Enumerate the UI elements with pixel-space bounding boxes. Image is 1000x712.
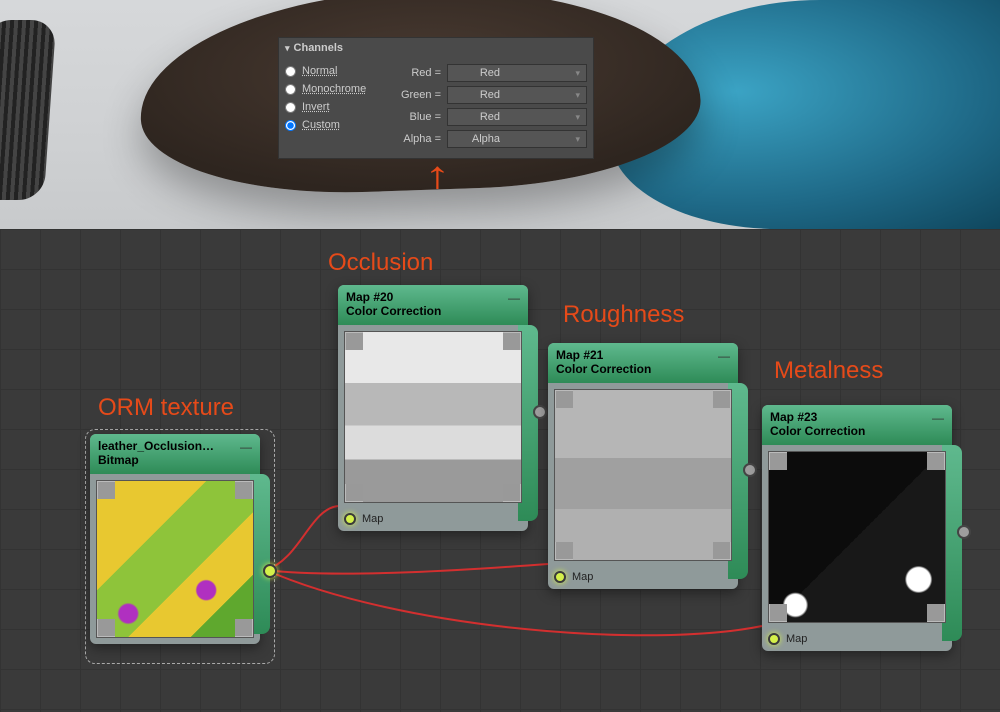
radio-custom-label: Custom — [302, 119, 340, 131]
red-dropdown[interactable]: Red — [447, 64, 587, 82]
occlusion-thumbnail[interactable] — [344, 331, 522, 503]
occlusion-node[interactable]: Map #20 Color Correction — Map — [338, 285, 528, 531]
channels-panel: Channels Normal Monochrome Invert Custom — [278, 37, 594, 159]
roughness-node[interactable]: Map #21 Color Correction — Map — [548, 343, 738, 589]
metalness-node-type: Color Correction — [770, 424, 944, 438]
metalness-thumbnail[interactable] — [768, 451, 946, 623]
annot-metalness: Metalness — [774, 357, 883, 385]
orm-node-header[interactable]: leather_Occlusion… Bitmap — — [90, 434, 260, 474]
occlusion-node-type: Color Correction — [346, 304, 520, 318]
channels-panel-header[interactable]: Channels — [279, 38, 593, 58]
occlusion-map-input-port[interactable] — [344, 513, 356, 525]
annot-occlusion: Occlusion — [328, 249, 433, 277]
radio-invert[interactable] — [285, 102, 296, 113]
roughness-output-port[interactable] — [743, 463, 757, 477]
radio-normal[interactable] — [285, 66, 296, 77]
roughness-thumbnail[interactable] — [554, 389, 732, 561]
metalness-node-title: Map #23 — [770, 410, 944, 424]
roughness-node-title: Map #21 — [556, 348, 730, 362]
green-label: Green = — [395, 89, 441, 101]
annot-orm: ORM texture — [98, 394, 234, 422]
minimize-icon[interactable]: — — [932, 411, 944, 425]
metalness-map-input-label: Map — [786, 633, 807, 645]
alpha-dropdown[interactable]: Alpha — [447, 130, 587, 148]
radio-monochrome-label: Monochrome — [302, 83, 366, 95]
scooter-grille — [0, 20, 56, 200]
blue-value: Red — [454, 111, 500, 123]
occlusion-node-title: Map #20 — [346, 290, 520, 304]
channel-selects: Red = Red Green = Red Blue = Red Alpha = — [395, 62, 587, 150]
orm-thumbnail[interactable] — [96, 480, 254, 638]
orm-node-type: Bitmap — [98, 453, 252, 467]
orm-node[interactable]: leather_Occlusion… Bitmap — — [90, 434, 260, 644]
roughness-map-input-label: Map — [572, 571, 593, 583]
radio-custom[interactable] — [285, 120, 296, 131]
metalness-map-input-port[interactable] — [768, 633, 780, 645]
metalness-output-port[interactable] — [957, 525, 971, 539]
blue-dropdown[interactable]: Red — [447, 108, 587, 126]
alpha-label: Alpha = — [395, 133, 441, 145]
red-value: Red — [454, 67, 500, 79]
channels-mode-radios: Normal Monochrome Invert Custom — [285, 62, 395, 150]
occlusion-output-port[interactable] — [533, 405, 547, 419]
green-dropdown[interactable]: Red — [447, 86, 587, 104]
occlusion-map-input-label: Map — [362, 513, 383, 525]
orm-node-title: leather_Occlusion… — [98, 439, 252, 453]
minimize-icon[interactable]: — — [240, 440, 252, 454]
roughness-node-type: Color Correction — [556, 362, 730, 376]
node-editor[interactable]: Occlusion Roughness Metalness ORM textur… — [0, 229, 1000, 712]
occlusion-node-header[interactable]: Map #20 Color Correction — — [338, 285, 528, 325]
roughness-map-input-port[interactable] — [554, 571, 566, 583]
blue-label: Blue = — [395, 111, 441, 123]
radio-monochrome[interactable] — [285, 84, 296, 95]
minimize-icon[interactable]: — — [508, 291, 520, 305]
orm-output-port[interactable] — [263, 564, 277, 578]
green-value: Red — [454, 89, 500, 101]
arrow-up-icon: ↑ — [424, 155, 451, 198]
alpha-value: Alpha — [454, 133, 500, 145]
radio-normal-label: Normal — [302, 65, 337, 77]
radio-invert-label: Invert — [302, 101, 330, 113]
channels-panel-title: Channels — [294, 42, 344, 54]
annot-roughness: Roughness — [563, 301, 684, 329]
red-label: Red = — [395, 67, 441, 79]
metalness-node[interactable]: Map #23 Color Correction — Map — [762, 405, 952, 651]
roughness-node-header[interactable]: Map #21 Color Correction — — [548, 343, 738, 383]
metalness-node-header[interactable]: Map #23 Color Correction — — [762, 405, 952, 445]
minimize-icon[interactable]: — — [718, 349, 730, 363]
